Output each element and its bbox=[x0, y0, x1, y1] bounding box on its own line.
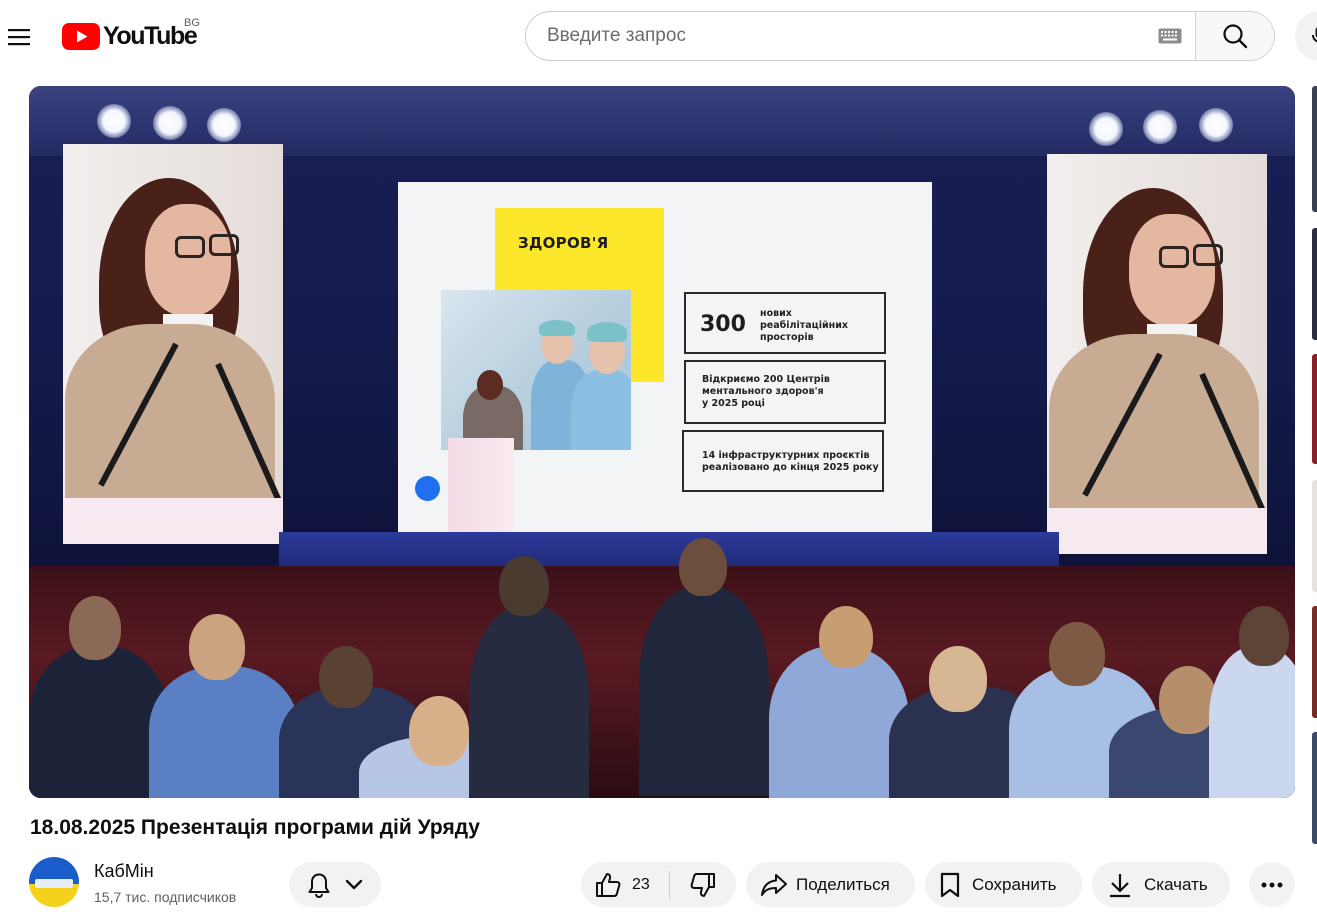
download-label: Скачать bbox=[1144, 874, 1208, 894]
like-count: 23 bbox=[632, 875, 650, 893]
stage-light bbox=[1143, 110, 1177, 144]
bell-icon bbox=[308, 873, 330, 898]
logo-wordmark: YouTube bbox=[103, 22, 198, 50]
thumbs-up-icon bbox=[596, 872, 621, 897]
video-title: 18.08.2025 Презентація програми дій Уряд… bbox=[30, 816, 480, 839]
slide-box-mental-health: Відкриємо 200 Центрів ментального здоров… bbox=[684, 360, 886, 424]
youtube-logo-icon bbox=[62, 23, 100, 50]
chevron-down-icon bbox=[345, 879, 363, 889]
search-button[interactable] bbox=[1195, 11, 1275, 61]
menu-icon bbox=[8, 29, 30, 46]
masthead: YouTube BG bbox=[0, 0, 1317, 72]
related-thumbnails-edge[interactable] bbox=[1312, 86, 1317, 912]
notification-button[interactable] bbox=[289, 862, 381, 907]
search-box bbox=[525, 11, 1275, 61]
slide-photo bbox=[441, 290, 631, 450]
thumbs-down-icon bbox=[690, 872, 715, 897]
more-actions-button[interactable] bbox=[1249, 862, 1295, 907]
slide-stat-box: 300 нових реабілітаційних просторів bbox=[684, 292, 886, 354]
slide-title: ЗДОРОВ'Я bbox=[518, 234, 609, 252]
stage-light bbox=[153, 106, 187, 140]
guide-menu-button[interactable] bbox=[0, 18, 38, 56]
share-label: Поделиться bbox=[796, 874, 890, 894]
channel-avatar[interactable] bbox=[29, 857, 79, 907]
bookmark-icon bbox=[940, 872, 960, 897]
stage-light bbox=[1199, 108, 1233, 142]
share-button[interactable]: Поделиться bbox=[746, 862, 915, 907]
stage-light bbox=[97, 104, 131, 138]
slide-stat-number: 300 bbox=[700, 312, 746, 337]
save-label: Сохранить bbox=[972, 874, 1057, 894]
like-dislike-group: 23 bbox=[581, 862, 736, 907]
side-screen-left bbox=[63, 144, 283, 544]
side-screen-right bbox=[1047, 154, 1267, 554]
download-button[interactable]: Скачать bbox=[1092, 862, 1230, 907]
like-button[interactable]: 23 bbox=[581, 862, 669, 907]
subscriber-count: 15,7 тис. подписчиков bbox=[94, 889, 237, 905]
region-code: BG bbox=[184, 17, 200, 29]
channel-name[interactable]: КабМін bbox=[94, 861, 154, 882]
search-input[interactable] bbox=[525, 11, 1196, 61]
save-button[interactable]: Сохранить bbox=[925, 862, 1082, 907]
more-horizontal-icon bbox=[1261, 882, 1283, 887]
voice-search-button[interactable] bbox=[1295, 11, 1317, 61]
slide-box-infrastructure: 14 інфраструктурних проєктів реалізовано… bbox=[682, 430, 884, 492]
download-icon bbox=[1110, 873, 1130, 897]
video-player[interactable]: ЗДОРОВ'Я 300 нових реабілітаційних прост… bbox=[29, 86, 1295, 798]
stage-light bbox=[1089, 112, 1123, 146]
youtube-logo[interactable]: YouTube bbox=[62, 22, 198, 51]
mic-icon bbox=[1312, 27, 1317, 43]
dislike-button[interactable] bbox=[670, 862, 736, 907]
slide-stat-text: нових реабілітаційних просторів bbox=[760, 308, 848, 343]
share-icon bbox=[761, 873, 787, 896]
stage-light bbox=[207, 108, 241, 142]
search-icon bbox=[1223, 24, 1248, 49]
slide-dot bbox=[415, 476, 440, 501]
keyboard-icon[interactable] bbox=[1157, 26, 1183, 46]
